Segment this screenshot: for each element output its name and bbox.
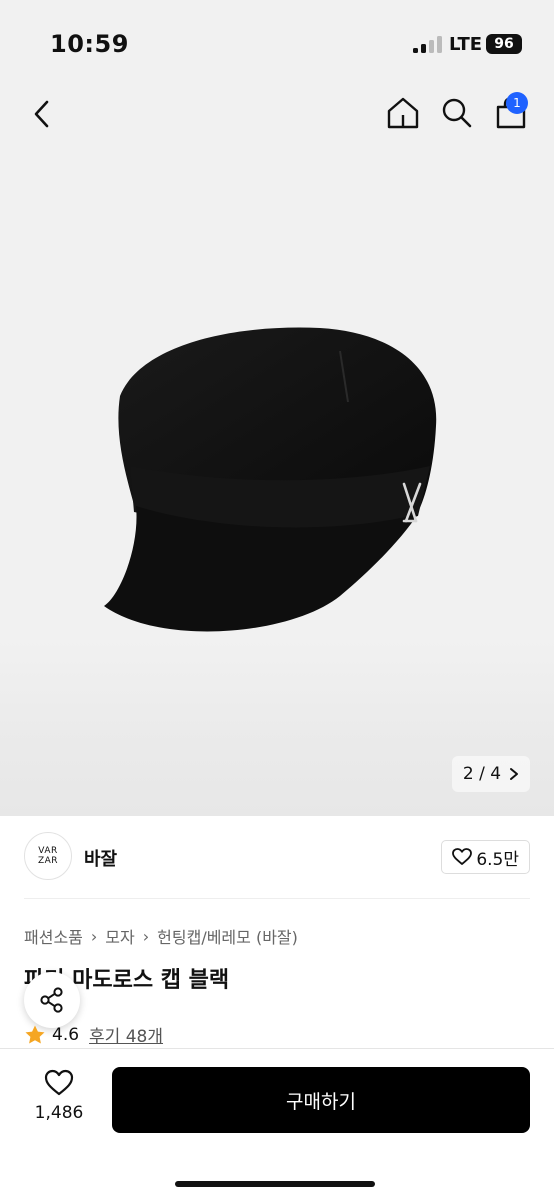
brand-like-button[interactable]: 6.5만: [441, 840, 530, 874]
brand-like-count: 6.5만: [476, 849, 519, 870]
chevron-right-icon: ›: [90, 926, 98, 946]
rating-value: 4.6: [52, 1024, 80, 1045]
divider: [24, 898, 530, 899]
search-button[interactable]: [436, 92, 478, 134]
cart-count-badge: 1: [506, 92, 528, 114]
rating-row: 4.6 후기 48개: [24, 1022, 163, 1047]
brand-name[interactable]: 바잘: [84, 845, 117, 871]
battery-indicator: 96: [486, 34, 522, 54]
breadcrumb-item[interactable]: 모자: [105, 924, 134, 948]
network-type: LTE: [449, 34, 483, 55]
signal-icon: [413, 36, 443, 53]
brand-logo[interactable]: VAR ZAR: [24, 832, 72, 880]
brand-logo-line1: VAR: [38, 846, 58, 856]
brand-row: VAR ZAR 바잘 6.5만: [24, 832, 530, 882]
home-button[interactable]: [382, 92, 424, 134]
chevron-right-icon: [510, 768, 519, 780]
buy-button[interactable]: 구매하기: [112, 1067, 530, 1133]
share-button[interactable]: [24, 972, 80, 1028]
breadcrumb-item[interactable]: 헌팅캡/베레모 (바잘): [157, 924, 298, 948]
back-icon: [34, 100, 49, 128]
product-image: [104, 327, 437, 632]
review-link[interactable]: 후기 48개: [89, 1022, 163, 1047]
pager-text: 2 / 4: [462, 764, 502, 784]
wishlist-count: 1,486: [34, 1103, 84, 1123]
back-button[interactable]: [22, 94, 62, 134]
wishlist-button[interactable]: 1,486: [28, 1069, 90, 1123]
breadcrumb-item[interactable]: 패션소품: [24, 924, 83, 948]
search-icon: [442, 98, 472, 128]
heart-icon: [452, 848, 473, 865]
status-time: 10:59: [50, 30, 129, 58]
home-indicator: [175, 1181, 375, 1187]
image-pager[interactable]: 2 / 4: [452, 756, 530, 792]
heart-icon: [44, 1069, 74, 1096]
chevron-right-icon: ›: [142, 926, 150, 946]
share-icon: [40, 987, 63, 1013]
star-icon: [25, 1025, 45, 1043]
breadcrumb: 패션소품 › 모자 › 헌팅캡/베레모 (바잘): [24, 924, 298, 948]
home-icon: [387, 97, 419, 129]
bottom-action-bar: 1,486 구매하기: [0, 1048, 554, 1200]
status-bar: 10:59 LTE 96: [0, 0, 554, 80]
brand-logo-line2: ZAR: [37, 856, 59, 866]
